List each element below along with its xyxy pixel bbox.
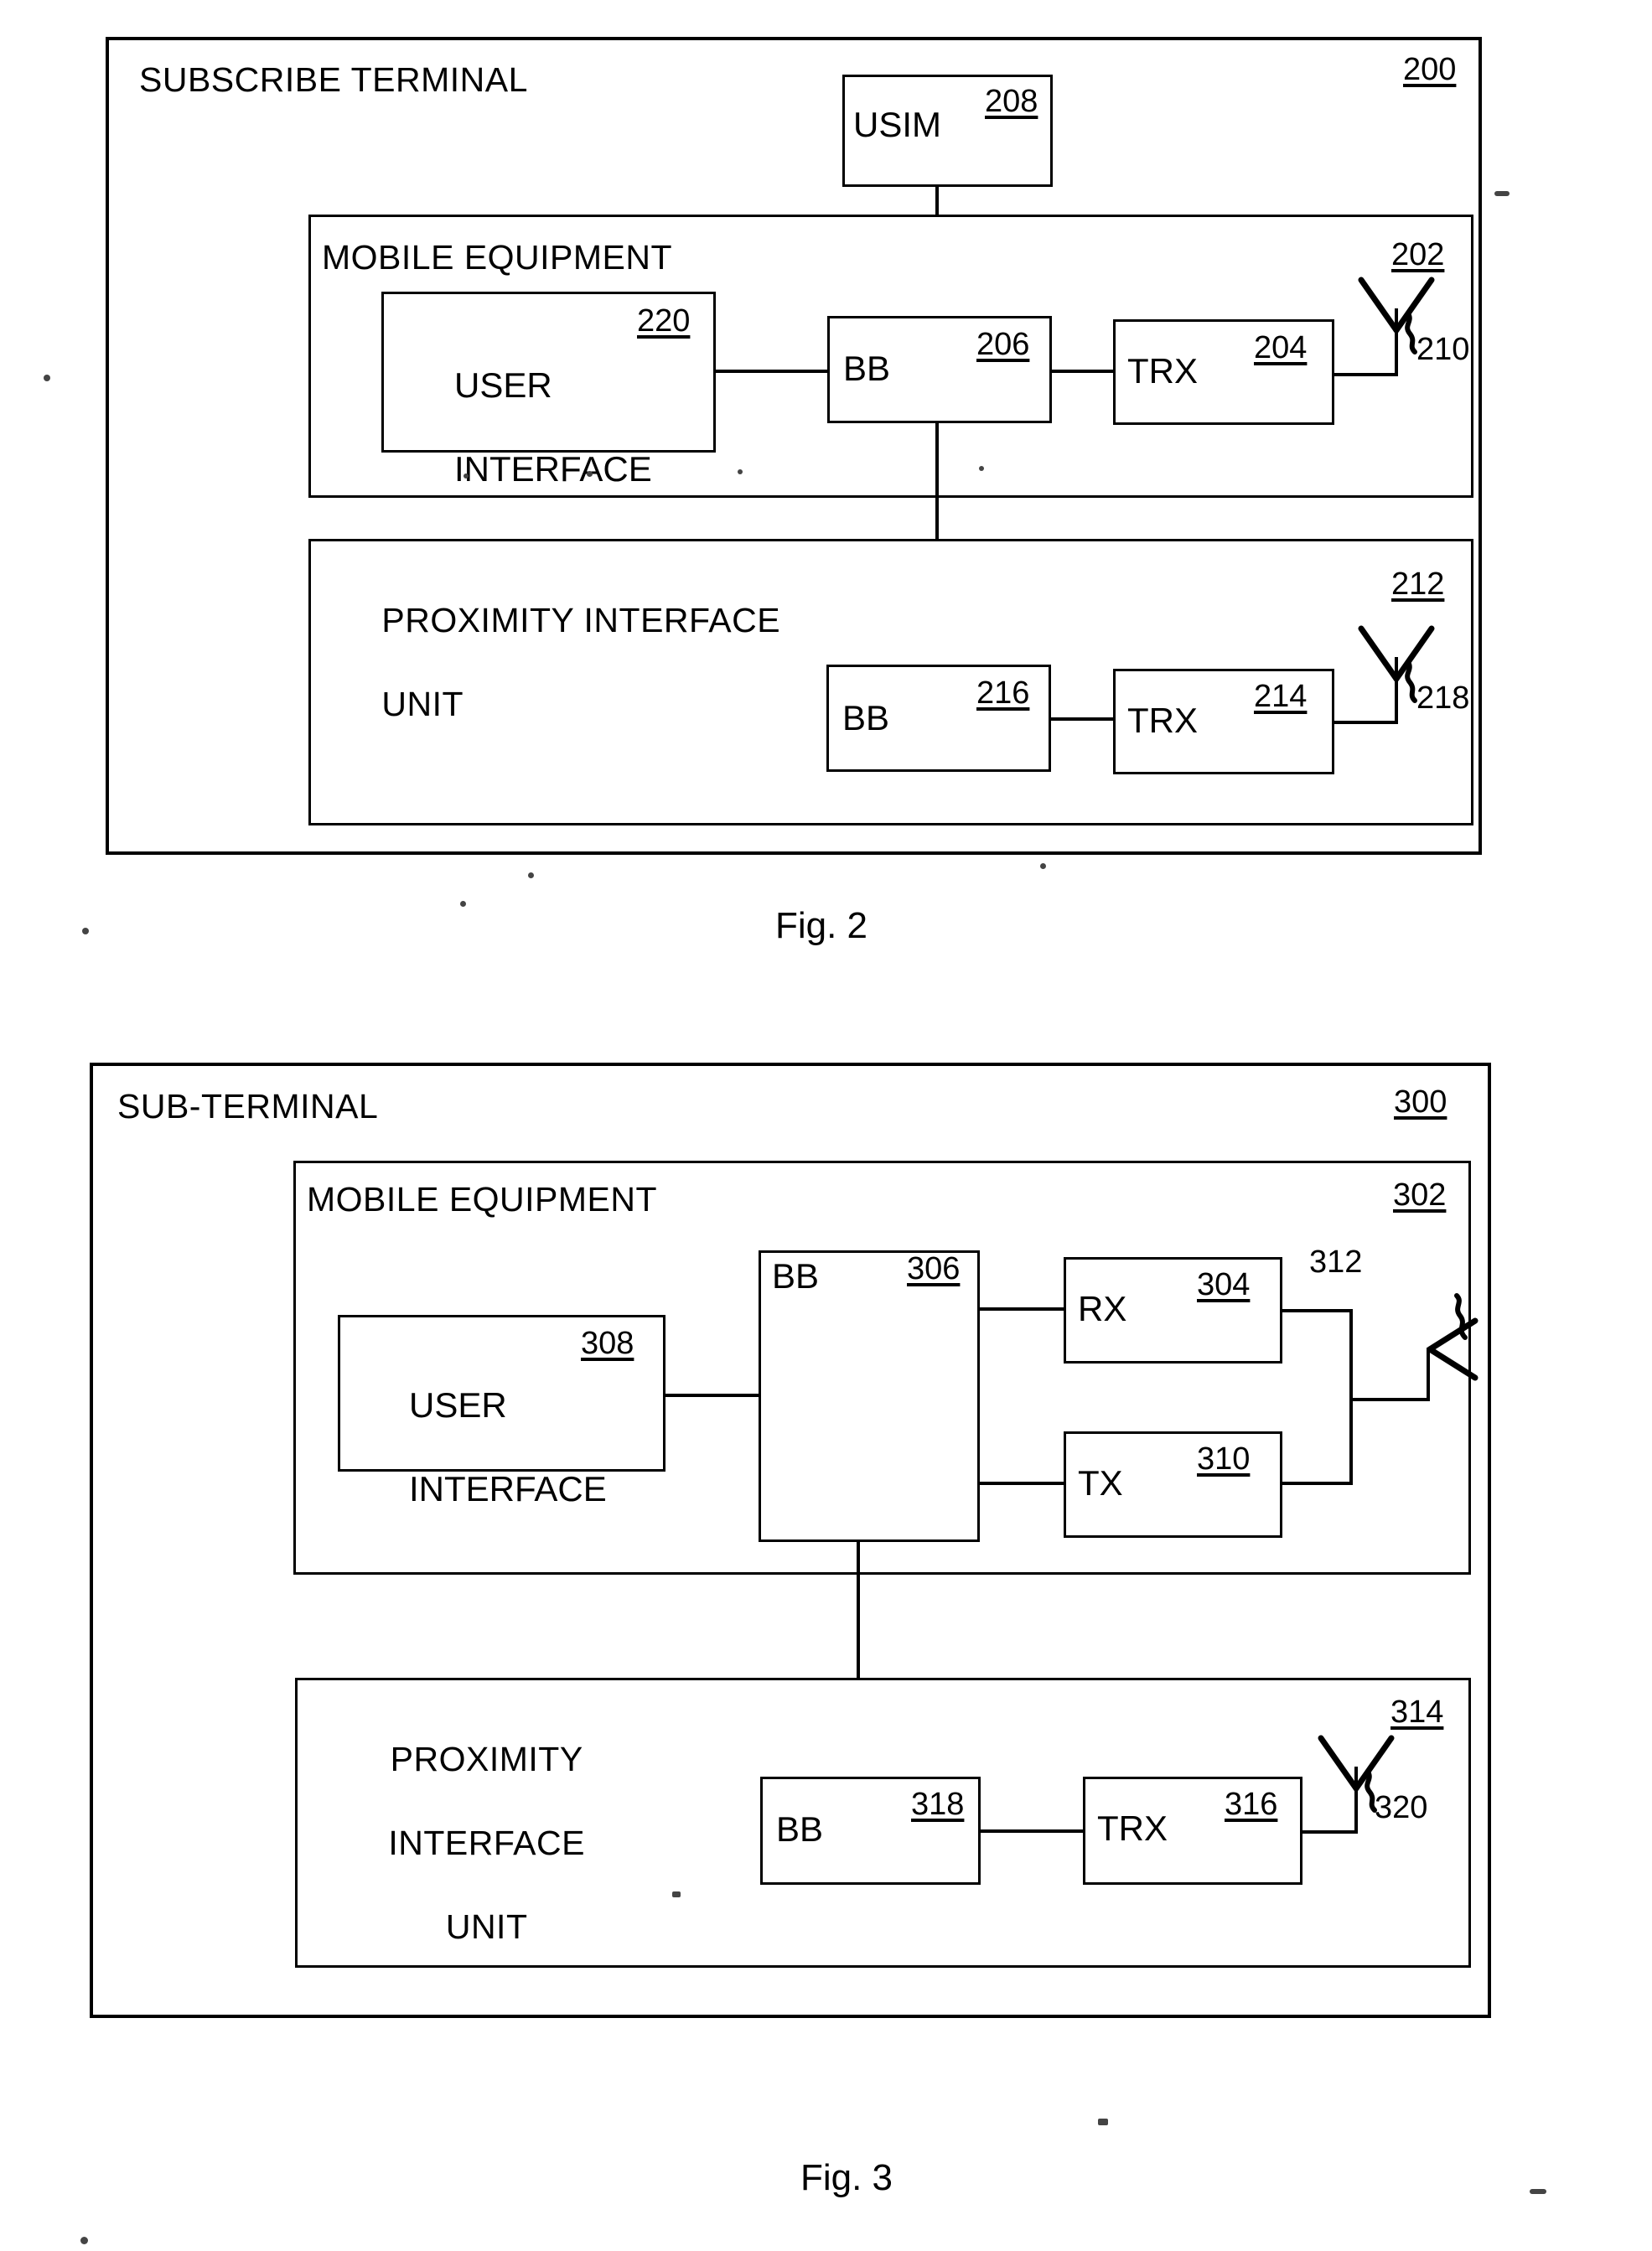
wire-ui-to-bb306 — [665, 1394, 760, 1397]
wire-bb306-to-rx304 — [980, 1307, 1064, 1311]
trx-316-label: TRX — [1097, 1809, 1168, 1848]
subscribe-terminal-ref: 200 — [1403, 52, 1457, 87]
wire-rx304-to-junction — [1282, 1309, 1353, 1312]
proximity-interface-unit-label-fig3: PROXIMITY INTERFACE UNIT — [314, 1696, 599, 1990]
scan-artifact — [460, 901, 466, 907]
bb-216-ref: 216 — [976, 675, 1030, 711]
mobile-equipment-label-fig2: MOBILE EQUIPMENT — [322, 238, 673, 277]
scan-artifact — [44, 375, 50, 381]
piu-line1-fig2: PROXIMITY INTERFACE — [381, 601, 781, 639]
proximity-interface-unit-ref-fig2: 212 — [1391, 567, 1445, 602]
scan-artifact — [80, 2237, 88, 2244]
antenna-218-ref: 218 — [1416, 680, 1470, 716]
trx-214-ref: 214 — [1254, 679, 1308, 714]
trx-214-label: TRX — [1127, 701, 1198, 740]
wire-antenna312-junction — [1349, 1309, 1353, 1485]
scan-artifact — [1040, 863, 1046, 869]
rx-304-label: RX — [1078, 1289, 1127, 1328]
trx-204-ref: 204 — [1254, 330, 1308, 365]
antenna-210-ref: 210 — [1416, 332, 1470, 367]
scan-artifact — [979, 466, 984, 471]
wire-ui-to-bb206 — [716, 370, 827, 373]
patent-figure-sheet: SUBSCRIBE TERMINAL 200 USIM 208 MOBILE E… — [0, 0, 1652, 2251]
trx-316-ref: 316 — [1225, 1787, 1278, 1822]
usim-label: USIM — [853, 105, 941, 144]
user-interface-ref-fig2: 220 — [637, 303, 691, 339]
scan-artifact — [587, 471, 593, 477]
proximity-interface-unit-ref-fig3: 314 — [1390, 1695, 1444, 1730]
bb-216-label: BB — [842, 698, 890, 737]
user-interface-line2-fig3: INTERFACE — [409, 1469, 607, 1508]
bb-206-ref: 206 — [976, 327, 1030, 362]
figure-2-caption: Fig. 2 — [774, 905, 868, 946]
piu-line3-fig3: UNIT — [445, 1907, 528, 1946]
antenna-320-ref: 320 — [1375, 1790, 1428, 1825]
user-interface-line1-fig3: USER — [409, 1385, 507, 1425]
scan-artifact — [463, 473, 469, 479]
subscribe-terminal-label: SUBSCRIBE TERMINAL — [139, 60, 528, 99]
wire-bb306-to-tx310 — [980, 1482, 1064, 1485]
scan-artifact — [738, 469, 743, 474]
bb-306-label: BB — [772, 1256, 820, 1296]
tx-310-label: TX — [1078, 1463, 1123, 1503]
scan-artifact — [528, 872, 534, 878]
sub-terminal-ref: 300 — [1394, 1084, 1447, 1120]
bb-306-ref: 306 — [907, 1251, 961, 1286]
user-interface-label-fig2: USER INTERFACE — [396, 323, 652, 532]
piu-line1-fig3: PROXIMITY — [390, 1740, 583, 1778]
piu-line2-fig2: UNIT — [381, 685, 464, 723]
user-interface-line1-fig2: USER — [454, 365, 552, 405]
piu-line2-fig3: INTERFACE — [388, 1824, 585, 1862]
scan-artifact — [1098, 2119, 1108, 2125]
user-interface-ref-fig3: 308 — [581, 1326, 634, 1361]
proximity-interface-unit-label-fig2: PROXIMITY INTERFACE UNIT — [322, 557, 780, 767]
user-interface-label-fig3: USER INTERFACE — [350, 1343, 607, 1552]
mobile-equipment-ref-fig2: 202 — [1391, 237, 1445, 272]
wire-tx310-to-junction — [1282, 1482, 1353, 1485]
scan-artifact — [1494, 191, 1510, 196]
figure-3-caption: Fig. 3 — [800, 2157, 893, 2198]
rx-304-ref: 304 — [1197, 1267, 1251, 1302]
scan-artifact — [82, 928, 89, 934]
scan-artifact — [672, 1891, 681, 1897]
antenna-312-ref: 312 — [1309, 1245, 1363, 1280]
usim-ref: 208 — [985, 84, 1038, 119]
wire-bb318-to-trx316 — [981, 1829, 1083, 1833]
scan-artifact — [1530, 2189, 1546, 2194]
wire-bb216-to-trx214 — [1051, 717, 1113, 721]
user-interface-line2-fig2: INTERFACE — [454, 449, 652, 489]
bb-318-label: BB — [776, 1809, 824, 1849]
antenna-312-icon — [1427, 1293, 1479, 1381]
mobile-equipment-ref-fig3: 302 — [1393, 1177, 1447, 1213]
bb-318-ref: 318 — [911, 1787, 965, 1822]
wire-bb206-to-trx204 — [1052, 370, 1113, 373]
trx-204-label: TRX — [1127, 351, 1198, 391]
mobile-equipment-label-fig3: MOBILE EQUIPMENT — [307, 1180, 658, 1219]
bb-206-label: BB — [843, 349, 891, 388]
sub-terminal-label: SUB-TERMINAL — [117, 1087, 379, 1126]
tx-310-ref: 310 — [1197, 1441, 1251, 1477]
